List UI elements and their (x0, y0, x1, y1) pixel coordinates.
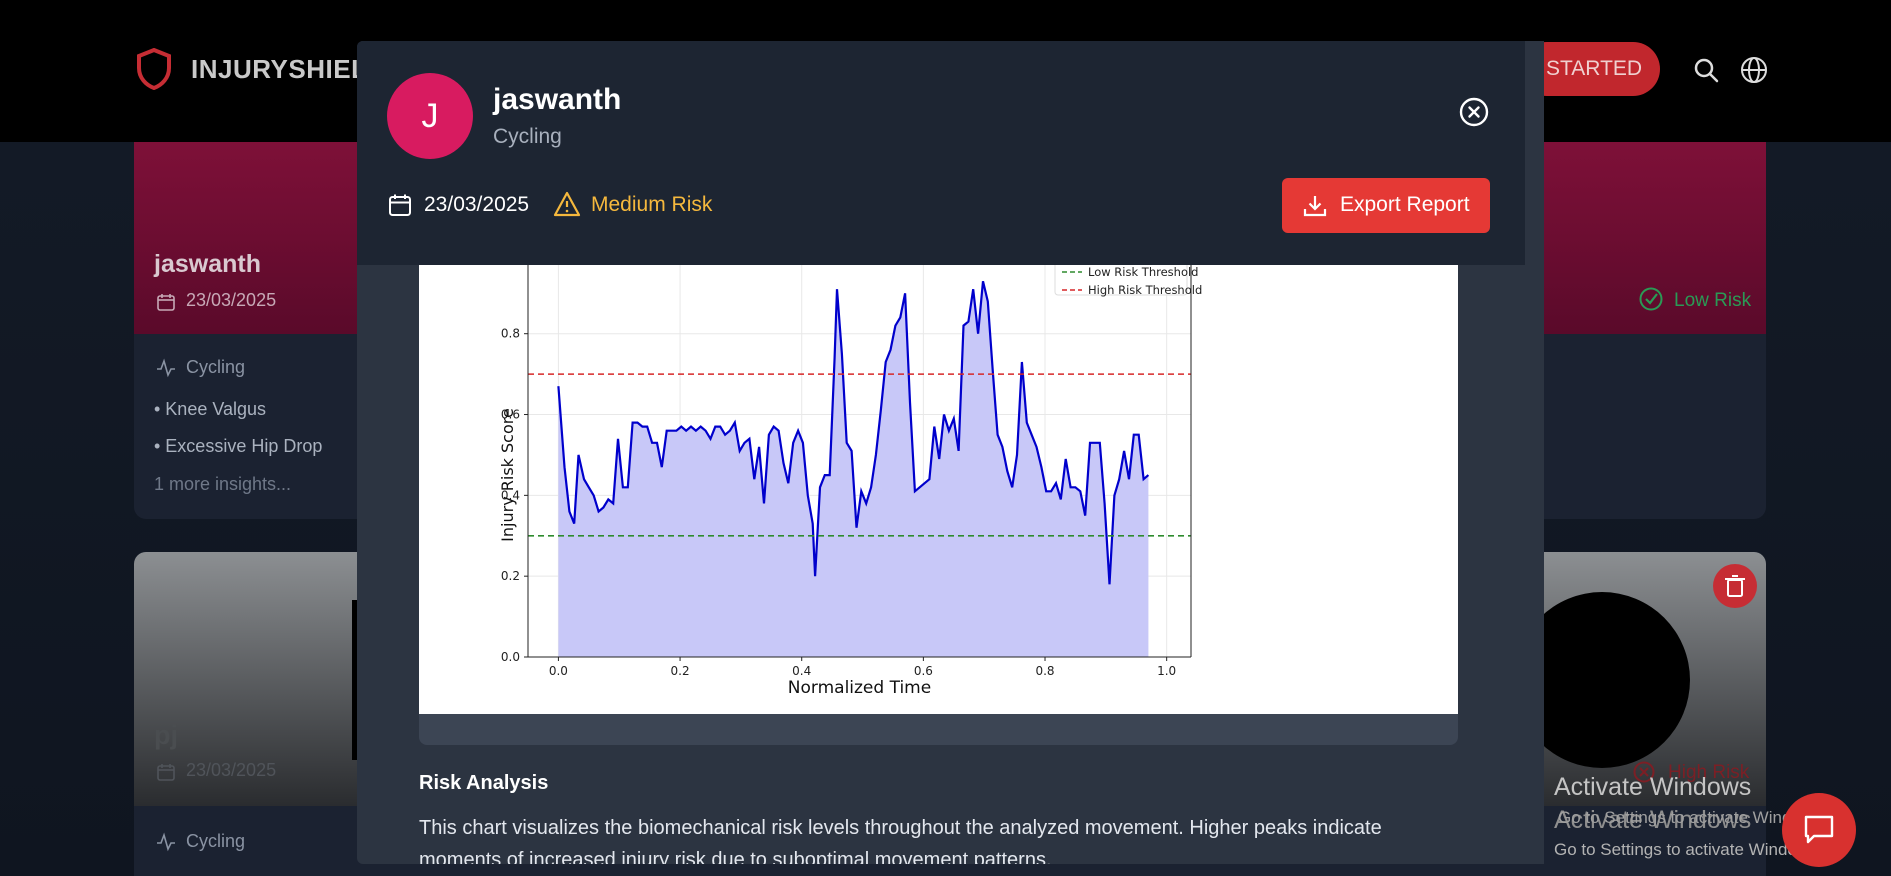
risk-level-badge: Medium Risk (591, 193, 713, 216)
activate-windows-subtitle: Go to Settings to activate Windows. (1554, 840, 1823, 859)
warning-icon (553, 191, 581, 217)
trash-icon (1725, 575, 1745, 597)
card-sport: Cycling (186, 357, 246, 377)
export-report-button[interactable]: Export Report (1282, 178, 1490, 233)
chat-bubble-icon (1804, 815, 1834, 844)
modal-header: J jaswanth Cycling 23/03/2025 Medium Ris… (357, 41, 1525, 265)
risk-analysis-text: This chart visualizes the biomechanical … (419, 817, 1382, 864)
athlete-report-modal: J jaswanth Cycling 23/03/2025 Medium Ris… (357, 41, 1544, 864)
delete-button[interactable] (1713, 564, 1757, 608)
calendar-icon (157, 764, 175, 781)
risk-chart-svg: 0.0 0.2 0.4 0.6 0.8 1.00.00.20.40.60.8Normali… (498, 254, 1202, 698)
x-tick-label: 1.0 (1157, 664, 1176, 678)
x-tick-label: 0.6 (914, 664, 933, 678)
avatar: J (387, 73, 473, 159)
globe-icon[interactable] (1739, 55, 1769, 85)
y-tick-label: 0.2 (501, 569, 520, 583)
calendar-icon (157, 294, 175, 311)
activity-icon (157, 358, 175, 378)
risk-analysis-title: Risk Analysis (419, 772, 549, 794)
modal-sport: Cycling (493, 125, 562, 148)
insight-item: • Knee Valgus (154, 399, 267, 419)
risk-chart: 0.0 0.2 0.4 0.6 0.8 1.0 0.0 0.2 0.4 0.6 0.8 Normali… (419, 254, 1458, 714)
risk-badge: Low Risk (1674, 290, 1752, 311)
activate-windows-title: Activate Windows (1554, 773, 1752, 801)
card-athlete-name: jaswanth (154, 250, 261, 278)
modal-athlete-name: jaswanth (493, 83, 622, 116)
card-date: 23/03/2025 (186, 290, 277, 310)
y-tick-label: 0.8 (501, 327, 520, 341)
card-date: 23/03/2025 (186, 760, 277, 780)
x-tick-label: 0.0 (549, 664, 568, 678)
x-tick-label: 0.8 (1035, 664, 1054, 678)
y-axis-label: Injury Risk Score (498, 408, 517, 542)
chat-button[interactable] (1782, 793, 1856, 867)
modal-date: 23/03/2025 (424, 193, 530, 216)
chart-panel: 0.0 0.2 0.4 0.6 0.8 1.0 0.0 0.2 0.4 0.6 0.8 Normali… (419, 254, 1458, 745)
download-icon (1303, 196, 1327, 217)
legend-label: Low Risk Threshold (1088, 265, 1198, 279)
more-insights-link[interactable]: 1 more insights... (154, 474, 291, 495)
shield-logo-icon (137, 48, 171, 90)
calendar-icon (389, 194, 411, 216)
x-tick-label: 0.4 (792, 664, 811, 678)
search-icon[interactable] (1692, 56, 1720, 84)
card-athlete-name: pj (154, 720, 178, 750)
x-axis-label: Normalized Time (788, 678, 931, 698)
check-circle-icon (1639, 287, 1663, 311)
legend-label: High Risk Threshold (1088, 283, 1202, 297)
card-sport: Cycling (186, 831, 246, 851)
export-report-label: Export Report (1340, 193, 1470, 216)
y-tick-label: 0.0 (501, 650, 520, 664)
insight-item: • Excessive Hip Drop (154, 436, 323, 456)
close-icon[interactable] (1458, 96, 1490, 128)
x-tick-label: 0.2 (671, 664, 690, 678)
activity-icon (157, 832, 175, 852)
